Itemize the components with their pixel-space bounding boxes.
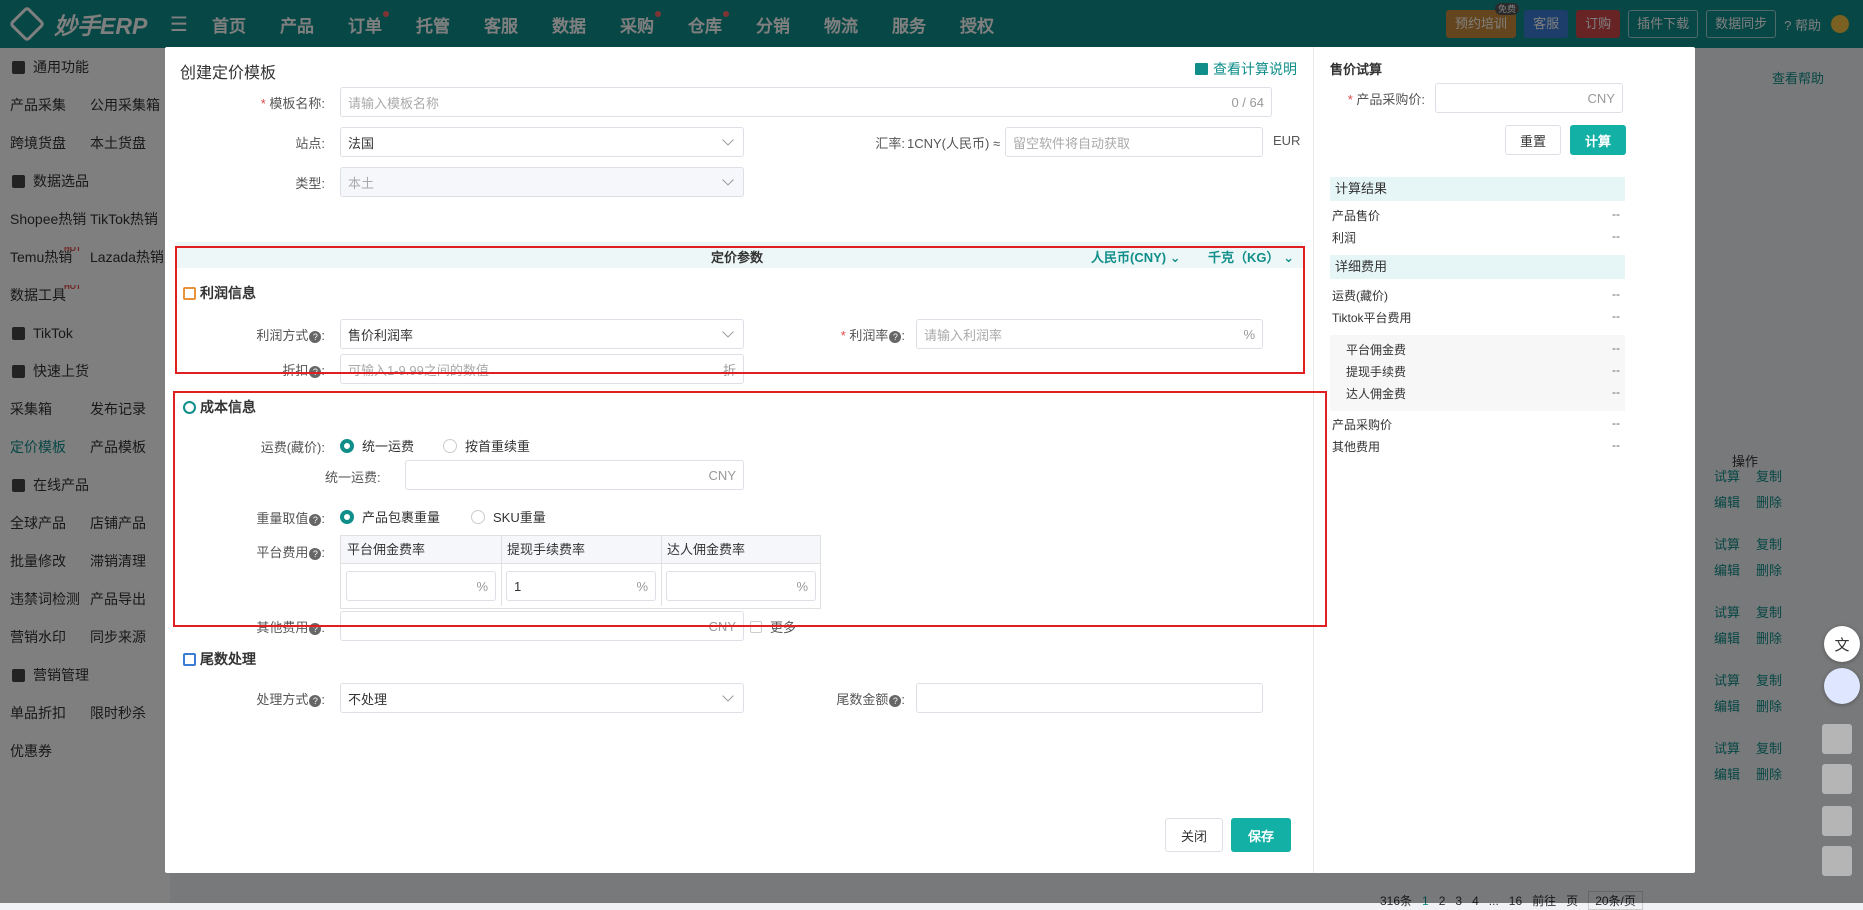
detail-row: Tiktok平台费用 -- <box>1332 309 1620 325</box>
site-select[interactable]: 法国 <box>340 127 744 157</box>
exchange-rate-suffix: EUR <box>1273 133 1301 148</box>
refresh-icon[interactable] <box>1822 806 1852 836</box>
detail-subrow: 平台佣金费 -- <box>1346 341 1620 357</box>
result-row: 利润 -- <box>1332 229 1620 245</box>
detail-row: 运费(藏价) -- <box>1332 287 1620 303</box>
dialog-title: 创建定价模板 <box>180 65 277 82</box>
detail-row: 其他费用 -- <box>1332 438 1620 454</box>
result-row: 产品售价 -- <box>1332 207 1620 223</box>
purchase-price-label: * 产品采购价: <box>1347 92 1425 107</box>
save-button[interactable]: 保存 <box>1231 818 1291 852</box>
reset-button[interactable]: 重置 <box>1505 125 1561 155</box>
rounding-amount-label: 尾数金额?: <box>836 692 905 707</box>
chevron-down-icon <box>722 174 734 186</box>
highlight-box-profit <box>175 246 1305 374</box>
exchange-rate-label: 汇率: <box>875 136 905 151</box>
template-name-input[interactable]: 请输入模板名称 0 / 64 <box>340 87 1272 117</box>
highlight-box-cost <box>173 391 1327 627</box>
exchange-rate-input[interactable]: 留空软件将自动获取 <box>1005 127 1263 157</box>
detail-subrow: 达人佣金费 -- <box>1346 385 1620 401</box>
back-to-top-icon[interactable] <box>1822 846 1852 876</box>
type-label: 类型: <box>295 176 325 191</box>
detail-row: 产品采购价 -- <box>1332 416 1620 432</box>
chevron-down-icon <box>722 134 734 146</box>
detail-header: 详细费用 <box>1330 255 1625 279</box>
purchase-price-input[interactable]: CNY <box>1435 83 1623 113</box>
mobile-icon[interactable] <box>1822 724 1852 754</box>
trial-calc-title: 售价试算 <box>1330 62 1383 77</box>
close-button[interactable]: 关闭 <box>1165 818 1223 852</box>
translate-icon[interactable]: 文 <box>1824 626 1860 662</box>
rounding-method-select[interactable]: 不处理 <box>340 683 744 713</box>
result-header: 计算结果 <box>1330 177 1625 201</box>
detail-subrow: 提现手续费 -- <box>1346 363 1620 379</box>
rounding-icon <box>183 652 196 666</box>
type-select: 本土 <box>340 167 744 197</box>
pricing-template-dialog: 创建定价模板 查看计算说明 * 模板名称: 请输入模板名称 0 / 64 站点: … <box>165 47 1695 873</box>
calc-help-link[interactable]: 查看计算说明 <box>1195 59 1297 79</box>
site-label: 站点: <box>295 136 325 151</box>
assistant-icon[interactable] <box>1824 668 1860 704</box>
rounding-section-title: 尾数处理 <box>183 649 256 669</box>
rounding-method-label: 处理方式?: <box>256 692 325 707</box>
feedback-icon[interactable] <box>1822 764 1852 794</box>
char-counter: 0 / 64 <box>1231 94 1264 110</box>
book-icon <box>1195 63 1208 75</box>
chevron-down-icon <box>722 690 734 702</box>
rounding-amount-input[interactable] <box>916 683 1263 713</box>
calc-help-label: 查看计算说明 <box>1213 61 1297 77</box>
calculate-button[interactable]: 计算 <box>1570 125 1626 155</box>
name-label: * 模板名称: <box>260 96 325 111</box>
